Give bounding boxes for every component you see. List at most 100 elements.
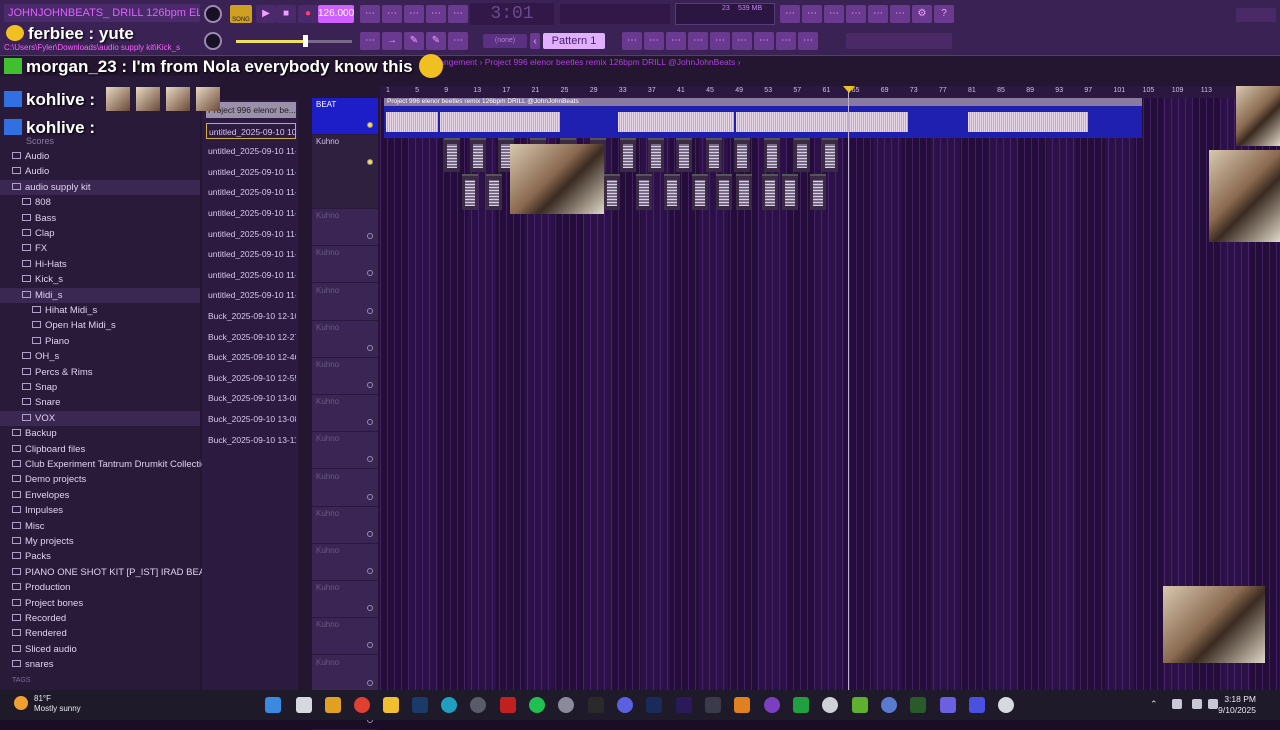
browser-folder[interactable]: audio supply kit xyxy=(0,179,200,195)
browser-folder[interactable]: Clipboard files xyxy=(0,442,200,457)
playhead[interactable] xyxy=(848,86,849,690)
playhead-marker-icon[interactable] xyxy=(843,86,855,93)
pattern-clip[interactable] xyxy=(470,138,486,172)
chevron-up-icon[interactable]: ⌃ xyxy=(1150,699,1160,709)
paint-tool-icon[interactable]: ✎ xyxy=(404,32,424,50)
playlist-entry[interactable]: Buck_2025-09-10 12-46... xyxy=(206,349,296,365)
settings-icon[interactable]: ⚙ xyxy=(912,5,932,23)
track-header[interactable]: Kuhno xyxy=(312,209,378,247)
browser-folder[interactable]: Clap xyxy=(0,226,200,241)
playlist-entry[interactable]: untitled_2025-09-10 11-... xyxy=(206,184,296,200)
playlist-entry[interactable]: untitled_2025-09-10 11-... xyxy=(206,143,296,159)
pattern-clip[interactable] xyxy=(794,138,810,172)
tempo-display[interactable]: 126.000 xyxy=(318,5,354,23)
countdown-icon[interactable]: ⋯ xyxy=(426,5,446,23)
browser-folder[interactable]: OH_s xyxy=(0,349,200,364)
snap-select[interactable]: (none) xyxy=(483,34,527,48)
master-volume-thumb[interactable] xyxy=(303,35,308,47)
browser-folder[interactable]: snares xyxy=(0,657,200,672)
browser-folder[interactable]: Kick_s xyxy=(0,272,200,287)
browser-folder[interactable]: Hi-Hats xyxy=(0,257,200,272)
media-icon[interactable] xyxy=(969,697,985,713)
playlist-icon[interactable]: ⋯ xyxy=(846,5,866,23)
playlist-entry[interactable]: untitled_2025-09-10 11-... xyxy=(206,226,296,242)
pattern-prev-icon[interactable]: ‹ xyxy=(530,33,540,49)
track-enable-led[interactable] xyxy=(367,419,373,426)
volume-icon[interactable] xyxy=(1208,699,1218,709)
playlist-entry[interactable]: untitled_2025-09-10 11-... xyxy=(206,246,296,262)
pattern-clip[interactable] xyxy=(692,174,708,210)
stop-button[interactable]: ■ xyxy=(276,5,296,23)
browser-folder[interactable]: Piano xyxy=(0,334,200,349)
track-enable-led[interactable] xyxy=(367,233,373,240)
browser-folder[interactable]: Hihat Midi_s xyxy=(0,303,200,318)
track-header[interactable]: BEAT xyxy=(312,98,378,135)
pattern-clip[interactable] xyxy=(822,138,838,172)
plugin-picker-icon[interactable]: ⋯ xyxy=(890,5,910,23)
track-header[interactable]: Kuhno xyxy=(312,358,378,395)
wifi-icon[interactable] xyxy=(1192,699,1202,709)
pattern-clip[interactable] xyxy=(486,174,502,210)
browser-folder[interactable]: Sliced audio xyxy=(0,642,200,657)
track-enable-led[interactable] xyxy=(367,642,373,649)
play-button[interactable]: ▶ xyxy=(256,5,276,23)
pattern-selector[interactable]: Pattern 1 xyxy=(543,33,605,49)
pattern-tool-icon[interactable]: ⋯ xyxy=(360,5,380,23)
steam-icon[interactable] xyxy=(412,697,428,713)
premiere-icon[interactable] xyxy=(676,697,692,713)
pattern-clip[interactable] xyxy=(462,174,478,210)
browser-folder[interactable]: Misc xyxy=(0,519,200,534)
browser-folder[interactable]: Backup xyxy=(0,426,200,441)
track-enable-led[interactable] xyxy=(367,530,373,537)
playlist-entry[interactable]: Buck_2025-09-10 12-27... xyxy=(206,329,296,345)
epic-games-icon[interactable] xyxy=(588,697,604,713)
track-enable-led[interactable] xyxy=(367,605,373,612)
pattern-clip[interactable] xyxy=(736,174,752,210)
browser-folder[interactable]: My projects xyxy=(0,534,200,549)
stamp-tool-icon[interactable]: ⋯ xyxy=(448,32,468,50)
track-header[interactable]: Kuhno xyxy=(312,544,378,581)
microphone-icon[interactable] xyxy=(1172,699,1182,709)
pattern-clip[interactable] xyxy=(676,138,692,172)
browser-folder[interactable]: Demo projects xyxy=(0,472,200,487)
track-enable-led[interactable] xyxy=(367,270,373,277)
browser-folder[interactable]: Open Hat Midi_s xyxy=(0,318,200,333)
spotify-icon[interactable] xyxy=(529,697,545,713)
excel-icon[interactable] xyxy=(910,697,926,713)
browser-folder[interactable]: Club Experiment Tantrum Drumkit Collecti… xyxy=(0,457,212,472)
browser-folder[interactable]: Audio xyxy=(0,164,200,179)
pattern-clip[interactable] xyxy=(648,138,664,172)
draw-tool-icon[interactable]: → xyxy=(382,32,402,50)
browser-folder[interactable]: Audio xyxy=(0,149,200,164)
roblox-icon[interactable] xyxy=(500,697,516,713)
pattern-clip[interactable] xyxy=(664,174,680,210)
snap-icon[interactable]: ⋯ xyxy=(360,32,380,50)
browser-folder[interactable]: FX xyxy=(0,241,200,256)
obs-icon[interactable] xyxy=(470,697,486,713)
browser-view-icon[interactable]: ⋯ xyxy=(710,32,730,50)
browser-folder[interactable]: Production xyxy=(0,580,200,595)
audio-clip[interactable] xyxy=(384,106,1142,138)
track-enable-led[interactable] xyxy=(367,493,373,500)
track-header[interactable]: Kuhno xyxy=(312,581,378,619)
song-mode-button[interactable]: SONG xyxy=(230,5,252,23)
app-icon[interactable] xyxy=(881,697,897,713)
pattern-clip[interactable] xyxy=(706,138,722,172)
track-header[interactable]: Kuhno xyxy=(312,470,378,507)
track-enable-led[interactable] xyxy=(367,382,373,388)
track-enable-led[interactable] xyxy=(367,159,373,166)
playlist-entry[interactable]: Buck_2025-09-10 13-08... xyxy=(206,411,296,427)
pattern-clip[interactable] xyxy=(810,174,826,210)
pattern-clip[interactable] xyxy=(762,174,778,210)
browser-folder[interactable]: PIANO ONE SHOT KIT [P_IST] IRAD BEATS 20… xyxy=(0,565,240,580)
browser-folder[interactable]: Packs xyxy=(0,549,200,564)
piano-roll-icon[interactable]: ⋯ xyxy=(824,5,844,23)
browser-folder[interactable]: Snap xyxy=(0,380,200,395)
photoshop-icon[interactable] xyxy=(646,697,662,713)
help-icon[interactable]: ? xyxy=(934,5,954,23)
playlist-entry[interactable]: untitled_2025-09-10 11-... xyxy=(206,164,296,180)
master-pitch-knob[interactable] xyxy=(204,32,222,50)
playlist-entry[interactable]: untitled_2025-09-10 11-... xyxy=(206,267,296,283)
browser-folder[interactable]: Recorded xyxy=(0,611,200,626)
playlist-entry[interactable]: Buck_2025-09-10 12-10... xyxy=(206,308,296,324)
